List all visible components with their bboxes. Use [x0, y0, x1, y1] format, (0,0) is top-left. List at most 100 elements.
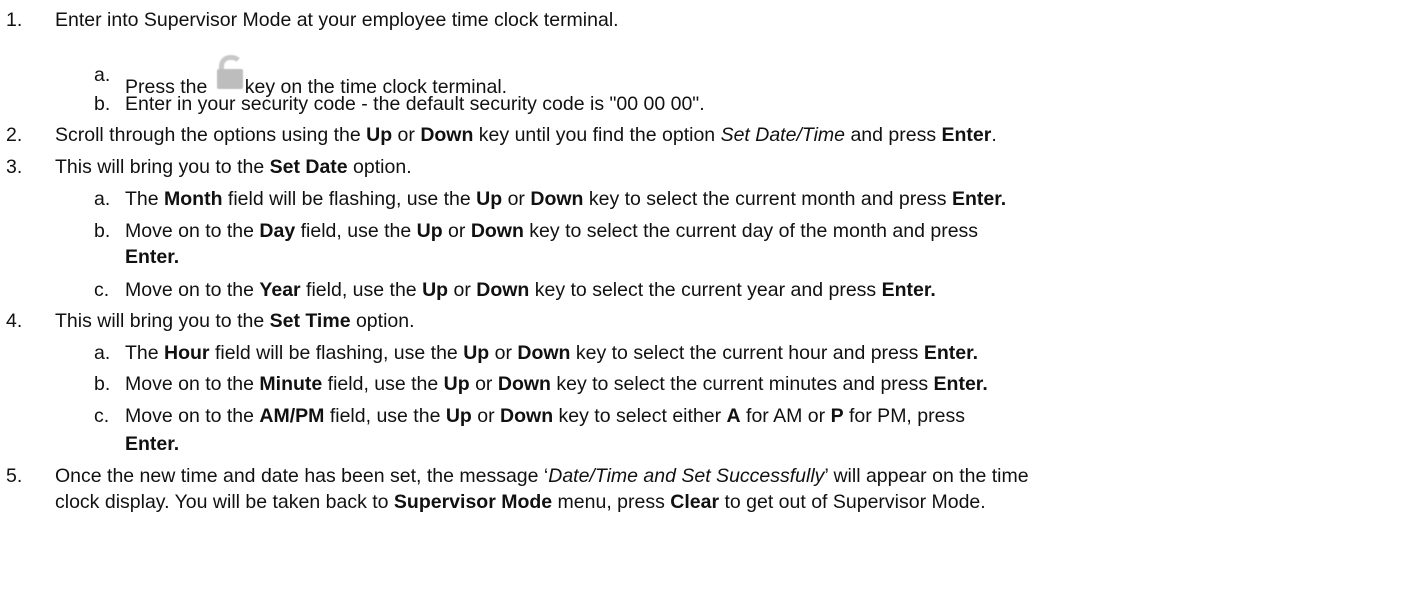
value-a: A [726, 405, 741, 427]
field-hour: Hour [164, 342, 210, 364]
text-run: This will bring you to the [55, 156, 270, 178]
text-run: or [471, 405, 501, 427]
substep-number: b. [94, 373, 111, 395]
key-enter: Enter [941, 124, 992, 146]
substep-number: b. [94, 93, 111, 115]
key-up: Up [476, 188, 503, 210]
text-run: clock display. You will be taken back to [55, 491, 394, 513]
key-up: Up [445, 405, 472, 427]
key-down: Down [497, 373, 551, 395]
text-run: Move on to the [125, 279, 260, 301]
step-3a-text: The Month field will be flashing, use th… [125, 187, 1006, 211]
message-text: Date/Time and Set Successfully [548, 465, 825, 487]
step-3b-text: Move on to the Day field, use the Up or … [125, 219, 978, 243]
text-run: key to select the current day of the mon… [523, 220, 979, 242]
text-run: key to select the current minutes and pr… [550, 373, 934, 395]
step-4b-text: Move on to the Minute field, use the Up … [125, 372, 988, 396]
text-run: The [125, 188, 165, 210]
key-down: Down [530, 188, 584, 210]
text-run: or [442, 220, 471, 242]
step-5-text: Once the new time and date has been set,… [55, 464, 1029, 488]
text-run: field, use the [295, 220, 417, 242]
key-up: Up [416, 220, 443, 242]
text-run: . [991, 124, 997, 146]
field-ampm: AM/PM [259, 405, 325, 427]
text-run: Move on to the [125, 220, 260, 242]
text-run: key to select the current hour and press [570, 342, 924, 364]
step-number: 1. [6, 9, 23, 31]
substep-number: a. [94, 342, 111, 364]
step-number: 5. [6, 465, 23, 487]
text-run: and press [845, 124, 942, 146]
key-clear: Clear [670, 491, 720, 513]
option-set-time: Set Time [269, 310, 351, 332]
text-run: Move on to the [125, 405, 260, 427]
key-enter: Enter. [125, 246, 180, 268]
text-run: field will be flashing, use the [222, 188, 477, 210]
step-5-continuation: clock display. You will be taken back to… [55, 490, 986, 514]
step-1a-text: Press the key on the time clock terminal… [125, 55, 507, 98]
key-enter: Enter. [923, 342, 978, 364]
step-3c-text: Move on to the Year field, use the Up or… [125, 278, 936, 302]
step-4c-continuation: Enter. [125, 432, 179, 456]
step-1-text: Enter into Supervisor Mode at your emplo… [55, 9, 619, 31]
text-run: or [392, 124, 421, 146]
key-enter: Enter. [125, 433, 180, 455]
text-run: The [125, 342, 165, 364]
step-number: 3. [6, 156, 23, 178]
key-down: Down [517, 342, 571, 364]
substep-number: a. [94, 188, 111, 210]
step-3-text: This will bring you to the Set Date opti… [55, 155, 412, 179]
step-2-text: Scroll through the options using the Up … [55, 123, 997, 147]
key-down: Down [500, 405, 554, 427]
text-run: key until you find the option [473, 124, 721, 146]
key-down: Down [476, 279, 530, 301]
text-run: key to select the current year and press [529, 279, 882, 301]
key-enter: Enter. [881, 279, 936, 301]
step-4-text: This will bring you to the Set Time opti… [55, 309, 415, 333]
value-p: P [830, 405, 844, 427]
option-name: Set Date/Time [720, 124, 846, 146]
step-4c-text: Move on to the AM/PM field, use the Up o… [125, 404, 965, 428]
text-run: or [469, 373, 498, 395]
text-run: ’ will appear on the time [824, 465, 1029, 487]
key-up: Up [366, 124, 393, 146]
key-up: Up [443, 373, 470, 395]
key-enter: Enter. [933, 373, 988, 395]
text-run: field, use the [324, 405, 446, 427]
key-up: Up [463, 342, 490, 364]
field-minute: Minute [259, 373, 323, 395]
lock-icon [214, 55, 244, 89]
substep-number: a. [94, 64, 111, 86]
key-down: Down [470, 220, 524, 242]
step-3b-continuation: Enter. [125, 245, 179, 269]
text-run: Once the new time and date has been set,… [55, 465, 549, 487]
field-day: Day [259, 220, 296, 242]
text-run: key to select the current month and pres… [583, 188, 952, 210]
menu-supervisor-mode: Supervisor Mode [393, 491, 553, 513]
text-run: option. [350, 310, 415, 332]
step-4a-text: The Hour field will be flashing, use the… [125, 341, 978, 365]
key-enter: Enter. [951, 188, 1007, 210]
option-set-date: Set Date [269, 156, 348, 178]
step-1b-text: Enter in your security code - the defaul… [125, 93, 705, 115]
substep-number: c. [94, 279, 110, 301]
key-up: Up [422, 279, 449, 301]
field-month: Month [164, 188, 223, 210]
text-run: option. [347, 156, 412, 178]
text-run: Move on to the [125, 373, 260, 395]
text-run: to get out of Supervisor Mode. [719, 491, 986, 513]
substep-number: c. [94, 405, 110, 427]
text-run: This will bring you to the [55, 310, 270, 332]
text-run: menu, press [552, 491, 671, 513]
field-year: Year [259, 279, 301, 301]
key-down: Down [420, 124, 474, 146]
substep-number: b. [94, 220, 111, 242]
text-run: field, use the [300, 279, 423, 301]
step-number: 2. [6, 124, 23, 146]
instruction-document: 1. Enter into Supervisor Mode at your em… [0, 0, 1408, 590]
text-run: or [489, 342, 518, 364]
text-run: Scroll through the options using the [55, 124, 367, 146]
text-run: field will be flashing, use the [209, 342, 464, 364]
step-number: 4. [6, 310, 23, 332]
